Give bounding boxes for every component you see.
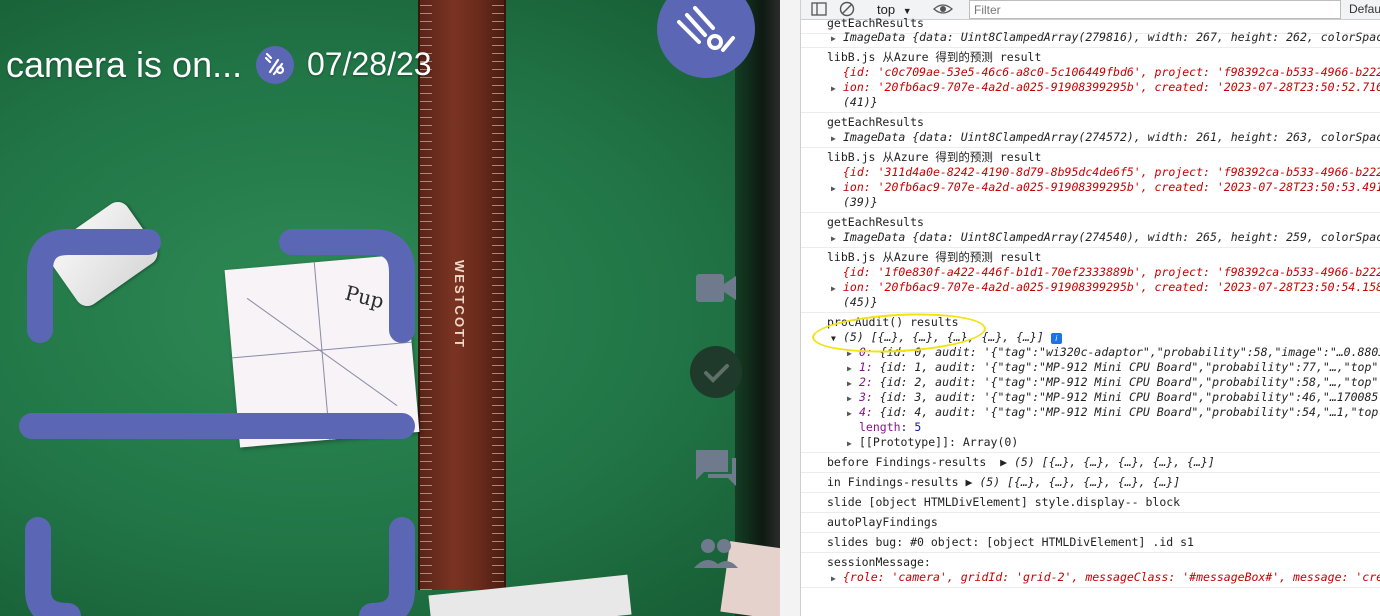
log-object-line[interactable]: ion: '20fb6ac9-707e-4a2d-a025-9190839929… xyxy=(827,180,1380,195)
log-object-line[interactable]: ion: '20fb6ac9-707e-4a2d-a025-9190839929… xyxy=(827,280,1380,295)
devtools-console: top ▼ Filter Defau getEachResults ImageD… xyxy=(800,0,1380,616)
log-entry[interactable]: ImageData {data: Uint8ClampedArray(27981… xyxy=(801,28,1380,48)
array-item[interactable]: 2: {id: 2, audit: '{"tag":"MP-912 Mini C… xyxy=(827,375,1380,390)
array-item[interactable]: 3: {id: 3, audit: '{"tag":"MP-912 Mini C… xyxy=(827,390,1380,405)
chat-icon[interactable] xyxy=(690,442,742,494)
scan-corners xyxy=(19,229,415,616)
check-icon[interactable] xyxy=(690,346,742,398)
log-entry[interactable]: getEachResults ImageData {data: Uint8Cla… xyxy=(801,213,1380,248)
log-object-line[interactable]: {role: 'camera', gridId: 'grid-2', messa… xyxy=(827,570,1380,585)
array-prototype[interactable]: [[Prototype]]: Array(0) xyxy=(827,435,1380,450)
array-item[interactable]: 4: {id: 4, audit: '{"tag":"MP-912 Mini C… xyxy=(827,405,1380,420)
people-icon[interactable] xyxy=(690,528,742,580)
video-icon[interactable] xyxy=(690,262,742,314)
log-text: getEachResults xyxy=(827,115,924,129)
camera-view: WESTCOTT Pup camera is on... 07/28/23 xyxy=(0,0,780,616)
log-entry: autoPlayFindings xyxy=(801,513,1380,533)
log-object-line: (45)} xyxy=(843,295,878,309)
hand-icon xyxy=(677,6,735,52)
camera-status-text: camera is on... xyxy=(6,44,243,85)
log-text: libB.js 从Azure 得到的预测 result xyxy=(827,150,1042,164)
camera-date: 07/28/23 xyxy=(307,46,432,82)
info-icon: i xyxy=(1050,333,1062,344)
log-object-line: {id: '311d4a0e-8242-4190-8d79-8b95dc4de6… xyxy=(843,165,1380,179)
log-entry: slide [object HTMLDivElement] style.disp… xyxy=(801,493,1380,513)
log-object-line: (39)} xyxy=(843,195,878,209)
log-text: libB.js 从Azure 得到的预测 result xyxy=(827,50,1042,64)
array-item[interactable]: 1: {id: 1, audit: '{"tag":"MP-912 Mini C… xyxy=(827,360,1380,375)
log-entry[interactable]: before Findings-results ▶ (5) [{…}, {…},… xyxy=(801,453,1380,473)
log-object-line: {id: 'c0c709ae-53e5-46c6-a8c0-5c106449fb… xyxy=(843,65,1380,79)
log-entry[interactable]: getEachResults ImageData {data: Uint8Cla… xyxy=(801,113,1380,148)
hand-icon xyxy=(256,46,294,84)
panel-divider[interactable] xyxy=(780,0,800,616)
log-text: libB.js 从Azure 得到的预测 result xyxy=(827,250,1042,264)
log-object-line[interactable]: ion: '20fb6ac9-707e-4a2d-a025-9190839929… xyxy=(827,80,1380,95)
log-entry[interactable]: sessionMessage: {role: 'camera', gridId:… xyxy=(801,553,1380,588)
log-object-line: (41)} xyxy=(843,95,878,109)
array-length: length: 5 xyxy=(859,420,922,434)
log-entry[interactable]: libB.js 从Azure 得到的预测 result {id: 'c0c709… xyxy=(801,48,1380,113)
log-object-line: {id: '1f0e830f-a422-446f-b1d1-70ef233388… xyxy=(843,265,1380,279)
log-entry[interactable]: libB.js 从Azure 得到的预测 result {id: '311d4a… xyxy=(801,148,1380,213)
log-entry: slides bug: #0 object: [object HTMLDivEl… xyxy=(801,533,1380,553)
log-entry[interactable]: libB.js 从Azure 得到的预测 result {id: '1f0e83… xyxy=(801,248,1380,313)
hand-gesture-button[interactable] xyxy=(657,0,755,78)
log-entry[interactable]: in Findings-results ▶ (5) [{…}, {…}, {…}… xyxy=(801,473,1380,493)
log-text: getEachResults xyxy=(827,215,924,229)
